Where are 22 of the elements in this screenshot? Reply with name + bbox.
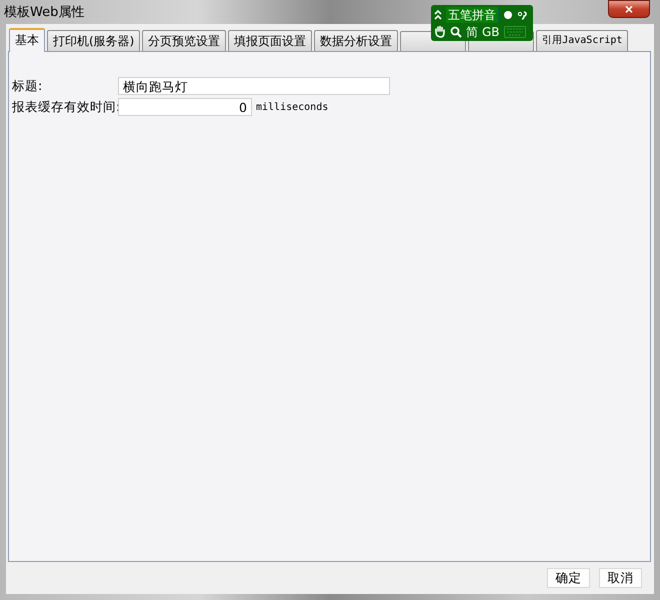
script-toggle[interactable]: 简 [466,24,478,38]
charset-toggle[interactable]: GB [482,24,500,38]
tab[interactable]: 填报页面设置 [228,30,312,51]
field-label: 标题: [12,78,44,94]
dialog-button[interactable]: 取消 [599,568,642,588]
input-mode[interactable]: 五笔拼音 [446,7,499,23]
search-icon[interactable] [450,26,462,38]
dialog-button[interactable]: 确定 [547,568,590,588]
tab[interactable]: 分页预览设置 [142,30,226,51]
window-title: 模板Web属性 [4,4,84,21]
input-field[interactable]: 横向跑马灯 [118,77,390,95]
punctuation-icon[interactable] [517,10,527,20]
tab[interactable]: 数据分析设置 [314,30,398,51]
input-field[interactable]: 0 [118,98,252,116]
tab[interactable]: 基本 [9,28,45,52]
unit-label: milliseconds [256,102,328,112]
hand-icon[interactable] [434,25,446,38]
tab[interactable]: 引用JavaScript [536,30,628,51]
dot-icon[interactable] [503,10,513,20]
collapse-icon[interactable] [434,9,442,21]
close-button[interactable]: × [608,0,650,18]
tab[interactable]: 打印机(服务器) [47,30,140,51]
